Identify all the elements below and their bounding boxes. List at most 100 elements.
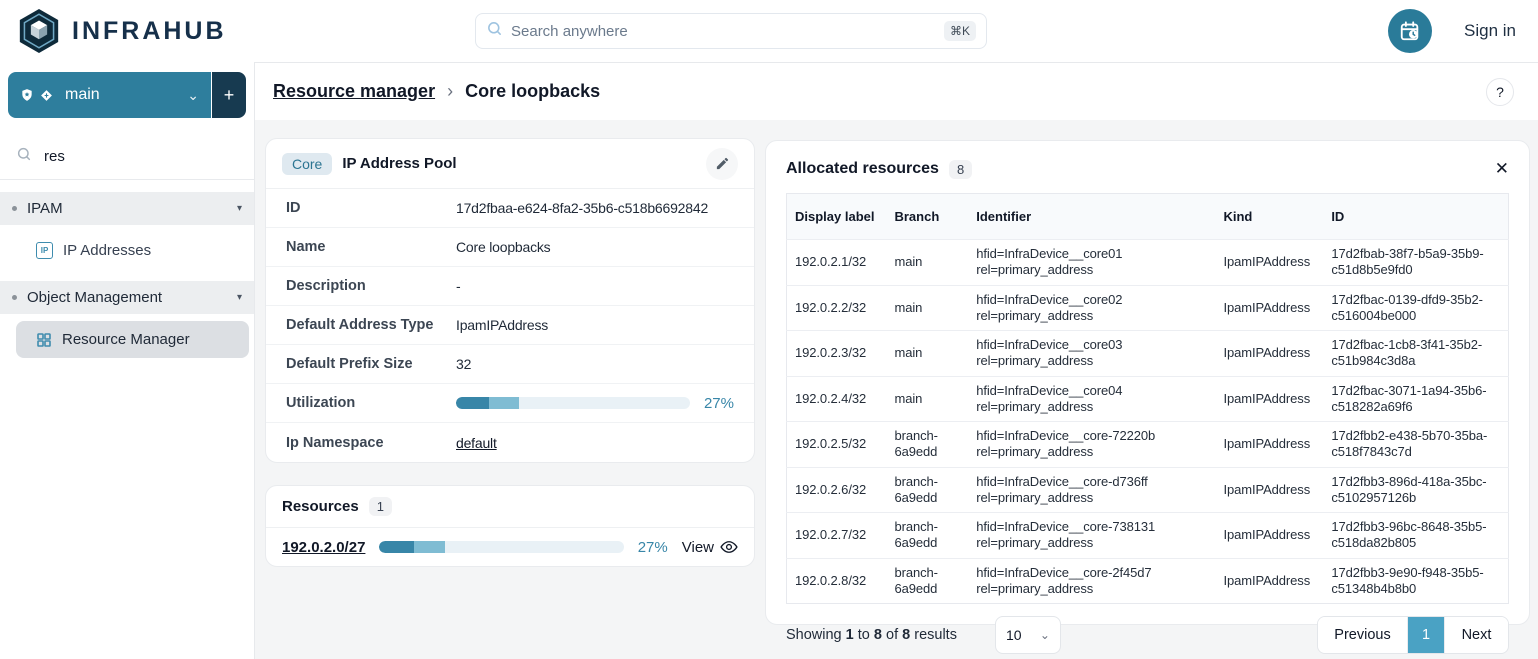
results-summary: Showing 1 to 8 of 8 results [786,627,957,643]
sidebar-group-label: Object Management [27,289,227,306]
field-value: 17d2fbaa-e624-8fa2-35b6-c518b6692842 [456,200,708,216]
page-size-select[interactable]: 10 ⌄ [995,616,1061,654]
field-label: Default Address Type [286,317,456,333]
global-search-input[interactable]: Search anywhere ⌘K [475,13,987,49]
allocated-title: Allocated resources [786,160,939,178]
resources-count-badge: 1 [369,497,392,516]
prefix-link[interactable]: 192.0.2.0/27 [282,539,365,556]
shield-icon [20,88,34,102]
command-k-shortcut: ⌘K [944,21,976,41]
pool-row-default-prefix-size: Default Prefix Size 32 [266,345,754,384]
infrahub-logo[interactable]: INFRAHUB [0,8,255,54]
table-row[interactable]: 192.0.2.7/32 branch-6a9edd hfid=InfraDev… [787,513,1509,559]
eye-icon [720,538,738,556]
allocated-table: Display label Branch Identifier Kind ID … [786,193,1509,604]
pool-row-description: Description - [266,267,754,306]
resource-row: 192.0.2.0/27 27% View [266,528,754,566]
view-label: View [682,539,714,556]
field-value: Core loopbacks [456,239,550,255]
field-label: Name [286,239,456,255]
sign-in-link[interactable]: Sign in [1464,21,1516,41]
caret-down-icon: ▾ [237,203,242,214]
table-row[interactable]: 192.0.2.2/32 main hfid=InfraDevice__core… [787,285,1509,331]
header-right: Sign in [1388,0,1516,62]
utilization-percent: 27% [704,395,734,412]
sidebar-item-label: IP Addresses [63,242,151,259]
sidebar-group-object-management[interactable]: Object Management ▾ [0,281,254,314]
close-icon[interactable]: ✕ [1495,159,1509,179]
allocated-header: Allocated resources 8 ✕ [786,141,1509,189]
branch-selector-row: main ⌄ + [8,72,246,118]
sidebar-filter-value: res [44,148,65,165]
branch-selector[interactable]: main ⌄ [8,72,211,118]
resources-card-header: Resources 1 [266,486,754,528]
table-row[interactable]: 192.0.2.6/32 branch-6a9edd hfid=InfraDev… [787,467,1509,513]
utilization-bar [456,397,690,409]
table-row[interactable]: 192.0.2.4/32 main hfid=InfraDevice__core… [787,376,1509,422]
branch-name: main [65,86,181,104]
pencil-icon [715,156,730,171]
pool-card-title: IP Address Pool [342,155,696,172]
field-label: Description [286,278,456,294]
column-id: ID [1321,194,1508,240]
resource-utilization-bar [379,541,623,553]
pool-row-ip-namespace: Ip Namespace default [266,423,754,462]
breadcrumb: Resource manager › Core loopbacks ? [255,62,1538,120]
resources-card: Resources 1 192.0.2.0/27 27% View [265,485,755,567]
sidebar-group-label: IPAM [27,200,227,217]
caret-down-icon: ▾ [237,292,242,303]
sidebar: main ⌄ + res IPAM ▾ IP IP Addresses Obje… [0,62,255,659]
field-label: Default Prefix Size [286,356,456,372]
bullet-icon [12,206,17,211]
search-icon [486,20,503,42]
pool-row-id: ID 17d2fbaa-e624-8fa2-35b6-c518b6692842 [266,189,754,228]
utilization-fill-dark [456,397,489,409]
pool-row-default-address-type: Default Address Type IpamIPAddress [266,306,754,345]
table-footer: Showing 1 to 8 of 8 results 10 ⌄ Previou… [786,616,1509,654]
table-row[interactable]: 192.0.2.8/32 branch-6a9edd hfid=InfraDev… [787,558,1509,604]
namespace-link[interactable]: default [456,435,497,451]
bullet-icon [12,295,17,300]
branch-hexagon-icon [40,89,53,102]
current-page-button[interactable]: 1 [1408,617,1444,653]
field-value: 32 [456,356,471,372]
pool-row-utilization: Utilization 27% [266,384,754,423]
ip-address-icon: IP [36,242,53,259]
column-identifier: Identifier [966,194,1213,240]
help-button[interactable]: ? [1486,78,1514,106]
grid-icon [36,332,52,348]
edit-button[interactable] [706,148,738,180]
next-page-button[interactable]: Next [1444,617,1508,653]
infrahub-logo-icon [16,8,62,54]
search-icon [16,146,32,167]
previous-page-button[interactable]: Previous [1318,617,1408,653]
sidebar-item-ip-addresses[interactable]: IP IP Addresses [0,232,254,269]
view-button[interactable]: View [682,538,738,556]
table-row[interactable]: 192.0.2.3/32 main hfid=InfraDevice__core… [787,331,1509,377]
field-label: Ip Namespace [286,435,456,451]
resource-percent: 27% [638,539,668,556]
sidebar-item-resource-manager[interactable]: Resource Manager [16,321,249,358]
chevron-down-icon: ⌄ [187,87,199,104]
chevron-down-icon: ⌄ [1040,628,1050,642]
sidebar-group-ipam[interactable]: IPAM ▾ [0,192,254,225]
table-row[interactable]: 192.0.2.1/32 main hfid=InfraDevice__core… [787,240,1509,286]
column-kind: Kind [1213,194,1321,240]
table-header-row: Display label Branch Identifier Kind ID [787,194,1509,240]
infrahub-app: INFRAHUB Search anywhere ⌘K Sign in [0,0,1538,659]
table-row[interactable]: 192.0.2.5/32 branch-6a9edd hfid=InfraDev… [787,422,1509,468]
resources-title: Resources [282,498,359,515]
resource-fill-light [414,541,446,553]
field-label: Utilization [286,395,456,411]
resource-fill-dark [379,541,413,553]
column-display-label: Display label [787,194,885,240]
sidebar-filter-input[interactable]: res [0,134,254,180]
account-avatar-button[interactable] [1388,9,1432,53]
field-value: IpamIPAddress [456,317,548,333]
breadcrumb-resource-manager-link[interactable]: Resource manager [273,81,435,102]
core-badge: Core [282,153,332,175]
add-branch-button[interactable]: + [212,72,246,118]
field-label: ID [286,200,456,216]
field-value: - [456,278,460,294]
global-search-placeholder: Search anywhere [511,23,936,40]
